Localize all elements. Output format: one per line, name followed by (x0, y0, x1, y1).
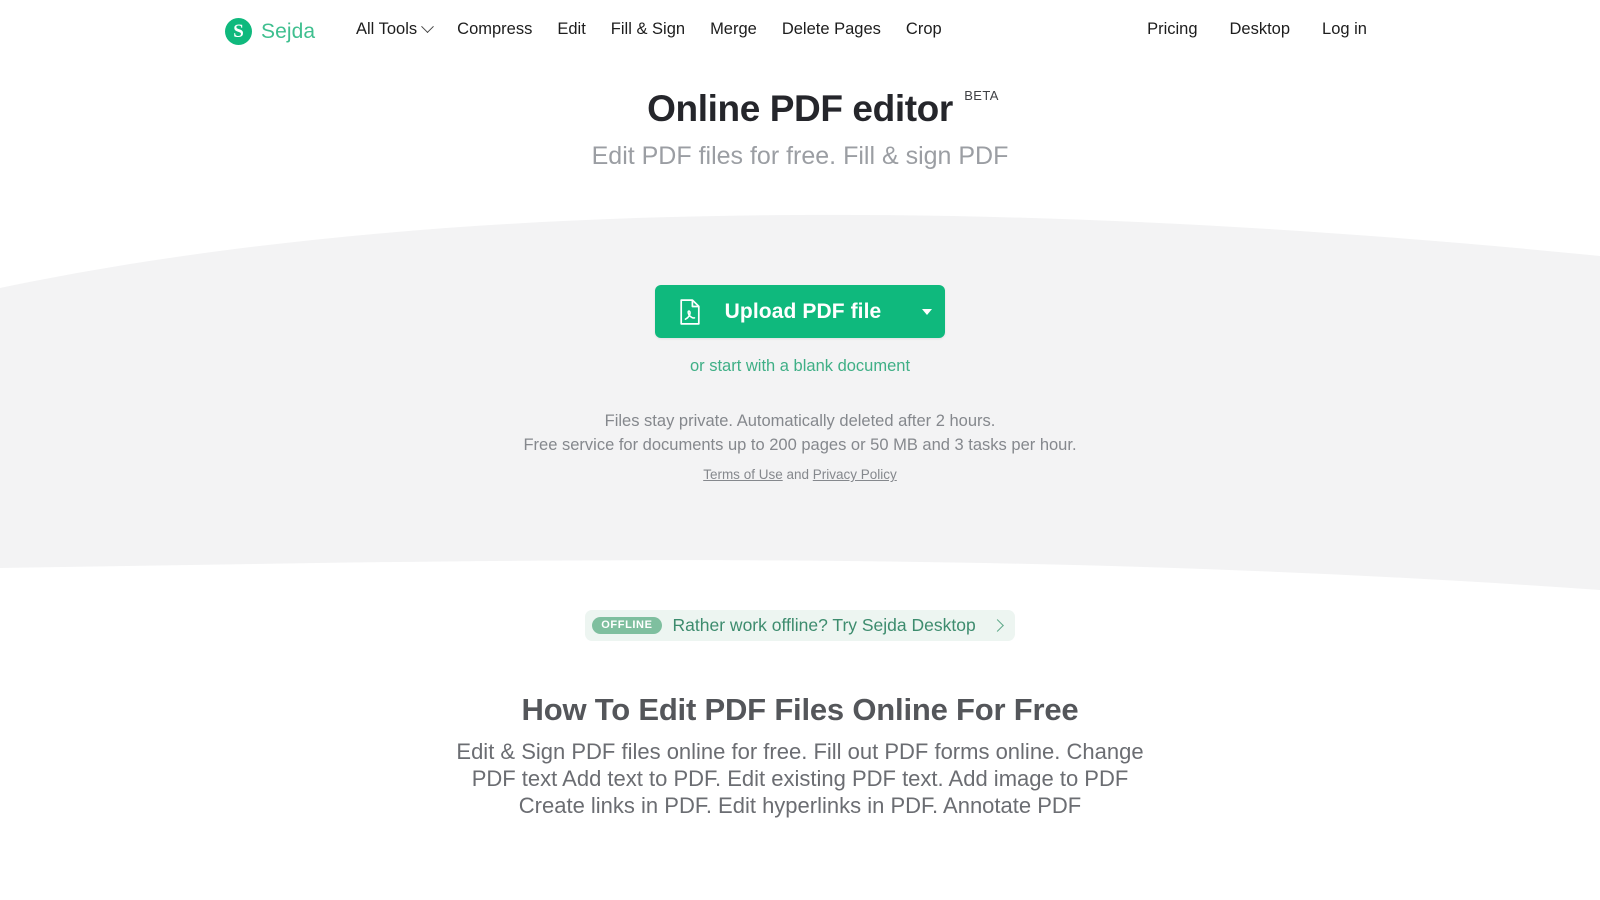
brand-logo-link[interactable]: S Sejda (225, 18, 315, 45)
caret-down-icon (922, 308, 933, 315)
upload-section: Upload PDF file or start with a blank do… (0, 285, 1600, 376)
secondary-navigation: Pricing Desktop Log in (1147, 20, 1367, 39)
nav-item-fill-and-sign[interactable]: Fill & Sign (611, 20, 685, 39)
terms-of-use-link[interactable]: Terms of Use (703, 467, 783, 482)
nav-item-pricing[interactable]: Pricing (1147, 20, 1197, 39)
page-title: Online PDF editor BETA (647, 88, 998, 130)
upload-button-label: Upload PDF file (724, 299, 882, 323)
how-to-section: How To Edit PDF Files Online For Free Ed… (0, 692, 1600, 819)
nav-item-edit[interactable]: Edit (557, 20, 585, 39)
chevron-down-icon (421, 20, 435, 34)
pdf-file-icon (679, 298, 701, 325)
sejda-logo-icon: S (225, 18, 252, 45)
nav-item-crop[interactable]: Crop (906, 20, 942, 39)
nav-item-log-in[interactable]: Log in (1322, 20, 1367, 39)
legal-links-conjunction: and (786, 467, 810, 482)
page-root: S Sejda All Tools Compress Edit Fill & S… (0, 0, 1600, 900)
primary-navigation: All Tools Compress Edit Fill & Sign Merg… (356, 20, 942, 39)
decorative-wave-band (0, 190, 1600, 610)
page-title-text: Online PDF editor (647, 88, 953, 129)
site-header: S Sejda All Tools Compress Edit Fill & S… (0, 0, 1600, 62)
nav-item-compress[interactable]: Compress (457, 20, 532, 39)
chevron-right-icon (990, 619, 1004, 632)
start-blank-document-link[interactable]: or start with a blank document (0, 357, 1600, 376)
beta-badge: BETA (964, 88, 999, 103)
privacy-notice-line-2: Free service for documents up to 200 pag… (523, 436, 1077, 454)
privacy-notice-line-1: Files stay private. Automatically delete… (604, 412, 996, 430)
offline-promo-section: OFFLINE Rather work offline? Try Sejda D… (0, 610, 1600, 641)
offline-desktop-banner[interactable]: OFFLINE Rather work offline? Try Sejda D… (585, 610, 1015, 641)
how-to-description: Edit & Sign PDF files online for free. F… (456, 739, 1144, 818)
hero-section: Online PDF editor BETA Edit PDF files fo… (0, 88, 1600, 171)
page-subtitle: Edit PDF files for free. Fill & sign PDF (591, 142, 1009, 170)
how-to-heading: How To Edit PDF Files Online For Free (521, 692, 1079, 727)
nav-item-merge[interactable]: Merge (710, 20, 757, 39)
privacy-policy-link[interactable]: Privacy Policy (813, 467, 897, 482)
legal-links: Terms of Use and Privacy Policy (0, 467, 1600, 482)
brand-name: Sejda (261, 19, 316, 43)
fineprint-section: Files stay private. Automatically delete… (0, 409, 1600, 482)
nav-item-all-tools[interactable]: All Tools (356, 20, 435, 39)
nav-item-label: All Tools (356, 20, 418, 38)
offline-banner-text: Rather work offline? Try Sejda Desktop (672, 615, 976, 635)
offline-status-badge: OFFLINE (592, 617, 662, 634)
nav-item-desktop[interactable]: Desktop (1230, 20, 1291, 39)
upload-pdf-button[interactable]: Upload PDF file (654, 285, 946, 338)
upload-options-dropdown[interactable] (909, 285, 945, 338)
nav-item-delete-pages[interactable]: Delete Pages (782, 20, 881, 39)
